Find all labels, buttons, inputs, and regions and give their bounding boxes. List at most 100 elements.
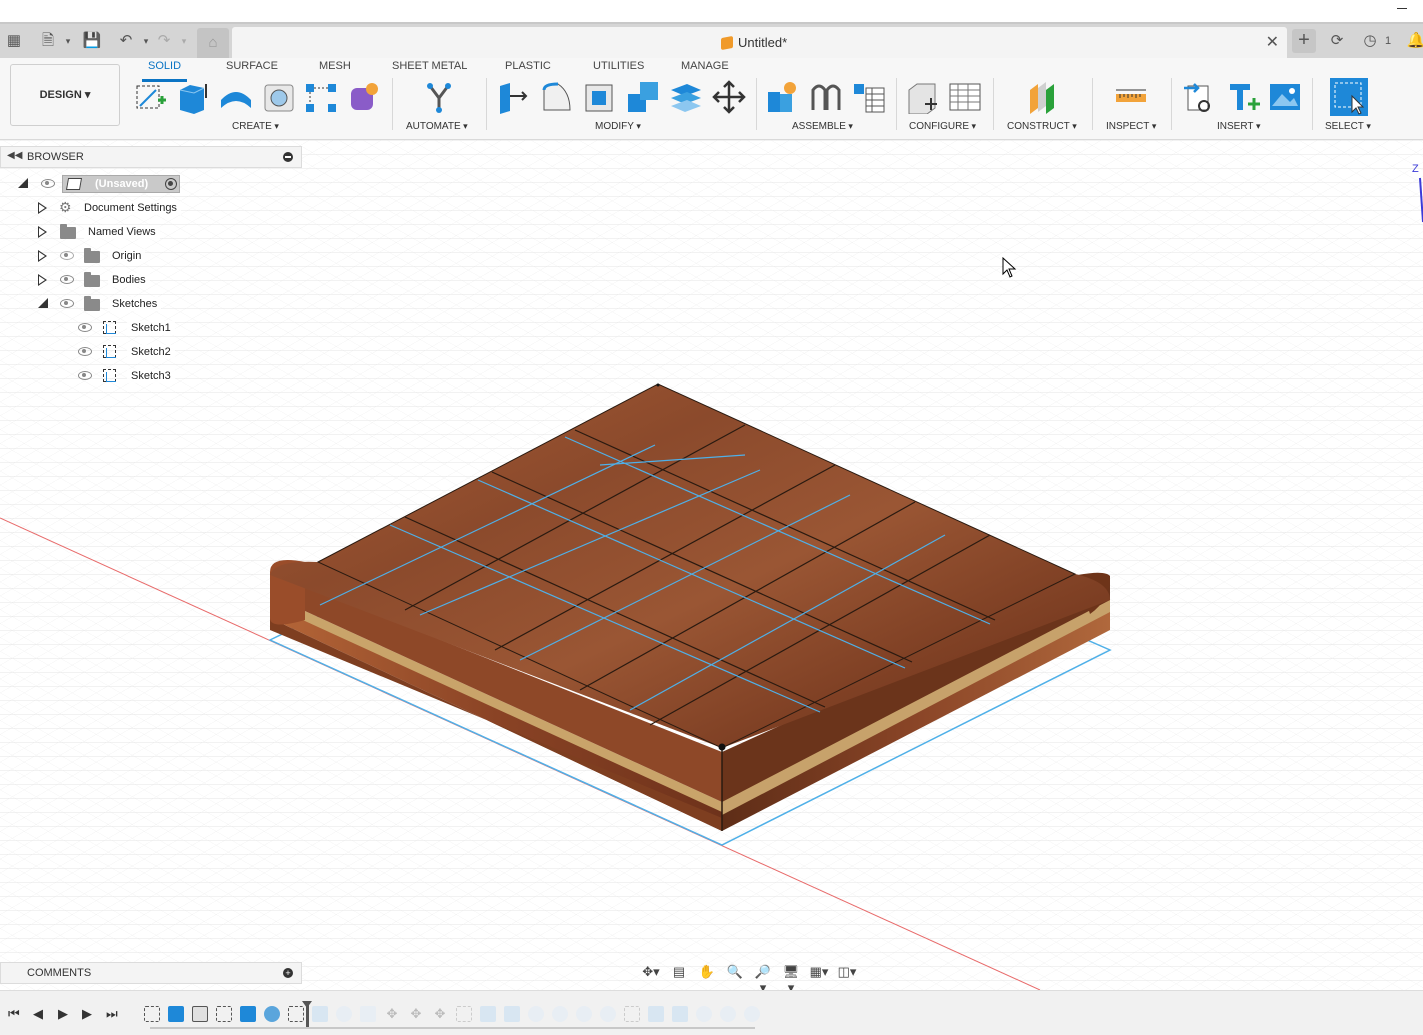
timeline-suppressed-feature-icon[interactable] <box>696 1006 712 1022</box>
notification-bell-icon[interactable]: 🔔 <box>1406 31 1423 51</box>
workspace-switcher-button[interactable]: DESIGN ▾ <box>10 64 120 126</box>
insert-derive-icon[interactable] <box>1182 80 1216 114</box>
tab-sheet-metal[interactable]: SHEET METAL <box>392 60 467 78</box>
group-inspect[interactable]: INSPECT <box>1106 121 1156 132</box>
bill-of-materials-icon[interactable] <box>852 80 886 114</box>
timeline-marker[interactable] <box>302 1001 312 1029</box>
create-form-icon[interactable] <box>347 80 381 114</box>
timeline-shell-icon[interactable] <box>192 1006 208 1022</box>
hole-icon[interactable] <box>262 80 296 114</box>
timeline-suppressed-feature-icon[interactable] <box>720 1006 736 1022</box>
fillet-icon[interactable] <box>540 80 574 114</box>
visibility-eye-icon[interactable] <box>78 323 92 332</box>
file-menu-chevron-icon[interactable]: ▾ <box>58 31 78 51</box>
play-icon[interactable]: ▶ <box>58 1006 68 1022</box>
timeline-suppressed-feature-icon[interactable] <box>576 1006 592 1022</box>
tab-utilities[interactable]: UTILITIES <box>593 60 644 78</box>
group-insert[interactable]: INSERT <box>1217 121 1261 132</box>
group-modify[interactable]: MODIFY <box>595 121 641 132</box>
extrude-icon[interactable] <box>176 80 210 114</box>
measure-icon[interactable] <box>1114 80 1148 114</box>
look-at-icon[interactable]: ▤ <box>668 964 690 980</box>
expand-bodies-icon[interactable] <box>38 274 47 286</box>
close-tab-icon[interactable]: ✕ <box>1266 32 1279 52</box>
tree-item-origin[interactable]: Origin <box>108 245 146 267</box>
group-construct[interactable]: CONSTRUCT <box>1007 121 1077 132</box>
expand-origin-icon[interactable] <box>38 250 47 262</box>
insert-mcmaster-icon[interactable] <box>1226 80 1260 114</box>
timeline-sketch-icon[interactable] <box>288 1006 304 1022</box>
activate-radio-icon[interactable] <box>165 178 177 190</box>
revolve-icon[interactable] <box>219 80 253 114</box>
undo-icon[interactable]: ↶ <box>116 31 136 51</box>
tab-manage[interactable]: MANAGE <box>681 60 729 78</box>
orbit-icon[interactable]: ✥▾ <box>640 964 662 980</box>
fit-icon[interactable]: 🔎▾ <box>752 964 774 995</box>
pan-icon[interactable]: ✋ <box>696 964 718 980</box>
timeline-suppressed-move-icon[interactable]: ✥ <box>384 1006 400 1022</box>
step-forward-icon[interactable]: ▶ <box>82 1006 92 1022</box>
home-tab[interactable]: ⌂ <box>197 28 229 58</box>
timeline-suppressed-feature-icon[interactable] <box>552 1006 568 1022</box>
configuration-table-icon[interactable] <box>948 80 982 114</box>
timeline-suppressed-feature-icon[interactable] <box>528 1006 544 1022</box>
new-component-icon[interactable] <box>766 80 800 114</box>
tab-plastic[interactable]: PLASTIC <box>505 60 551 78</box>
tree-item-sketch2[interactable]: Sketch2 <box>127 341 175 363</box>
zoom-icon[interactable]: 🔍 <box>724 964 746 980</box>
document-tab[interactable]: Untitled* ✕ <box>232 27 1287 58</box>
visibility-eye-icon[interactable] <box>60 275 74 284</box>
go-to-start-icon[interactable]: ⏮ <box>8 1006 20 1022</box>
root-component-node[interactable]: (Unsaved) <box>62 175 180 193</box>
browser-minimize-icon[interactable] <box>283 152 293 162</box>
timeline-suppressed-feature-icon[interactable] <box>480 1006 496 1022</box>
viewports-icon[interactable]: ◫▾ <box>836 964 858 980</box>
tab-surface[interactable]: SURFACE <box>226 60 278 78</box>
visibility-eye-icon[interactable] <box>78 347 92 356</box>
tree-item-sketch1[interactable]: Sketch1 <box>127 317 175 339</box>
timeline-suppressed-feature-icon[interactable] <box>360 1006 376 1022</box>
combine-icon[interactable] <box>626 80 660 114</box>
display-settings-icon[interactable]: 🖥▾ <box>780 964 802 995</box>
timeline-fillet-icon[interactable] <box>264 1006 280 1022</box>
timeline-sketch-icon[interactable] <box>144 1006 160 1022</box>
save-icon[interactable]: 💾 <box>82 31 102 51</box>
tree-item-bodies[interactable]: Bodies <box>108 269 150 291</box>
tab-mesh[interactable]: MESH <box>319 60 351 78</box>
redo-chevron-icon[interactable]: ▾ <box>174 31 194 51</box>
add-comment-icon[interactable]: + <box>283 968 293 978</box>
expand-named-views-icon[interactable] <box>38 226 47 238</box>
shell-icon[interactable] <box>583 80 617 114</box>
hidden-eye-icon[interactable] <box>60 251 74 260</box>
visibility-eye-icon[interactable] <box>78 371 92 380</box>
create-sketch-icon[interactable] <box>134 80 168 114</box>
timeline-suppressed-sketch-icon[interactable] <box>456 1006 472 1022</box>
timeline-extrude-icon[interactable] <box>168 1006 184 1022</box>
extensions-icon[interactable]: ⟳ <box>1327 31 1347 51</box>
expand-root-icon[interactable] <box>18 178 28 188</box>
timeline-suppressed-feature-icon[interactable] <box>672 1006 688 1022</box>
offset-plane-icon[interactable] <box>1026 80 1060 114</box>
tree-item-named-views[interactable]: Named Views <box>84 221 160 243</box>
tree-item-sketches[interactable]: Sketches <box>108 293 162 315</box>
timeline-suppressed-feature-icon[interactable] <box>312 1006 328 1022</box>
tree-item-document-settings[interactable]: Document Settings <box>80 197 181 219</box>
timeline-suppressed-feature-icon[interactable] <box>336 1006 352 1022</box>
collapse-browser-icon[interactable]: ◀◀ <box>7 150 22 161</box>
tree-item-sketch3[interactable]: Sketch3 <box>127 365 175 387</box>
timeline-suppressed-feature-icon[interactable] <box>600 1006 616 1022</box>
step-back-icon[interactable]: ◀ <box>33 1006 43 1022</box>
file-menu-icon[interactable]: 🗎 <box>38 31 58 51</box>
group-configure[interactable]: CONFIGURE <box>909 121 976 132</box>
group-automate[interactable]: AUTOMATE <box>406 121 468 132</box>
job-status-icon[interactable]: ◷ <box>1360 31 1380 51</box>
apps-grid-icon[interactable]: ▦ <box>4 31 24 51</box>
move-copy-icon[interactable] <box>712 80 746 114</box>
timeline-suppressed-feature-icon[interactable] <box>504 1006 520 1022</box>
redo-icon[interactable]: ↷ <box>154 31 174 51</box>
automate-icon[interactable] <box>422 80 456 114</box>
timeline-suppressed-feature-icon[interactable] <box>648 1006 664 1022</box>
timeline-suppressed-sketch-icon[interactable] <box>624 1006 640 1022</box>
group-assemble[interactable]: ASSEMBLE <box>792 121 853 132</box>
grid-settings-icon[interactable]: ▦▾ <box>808 964 830 980</box>
